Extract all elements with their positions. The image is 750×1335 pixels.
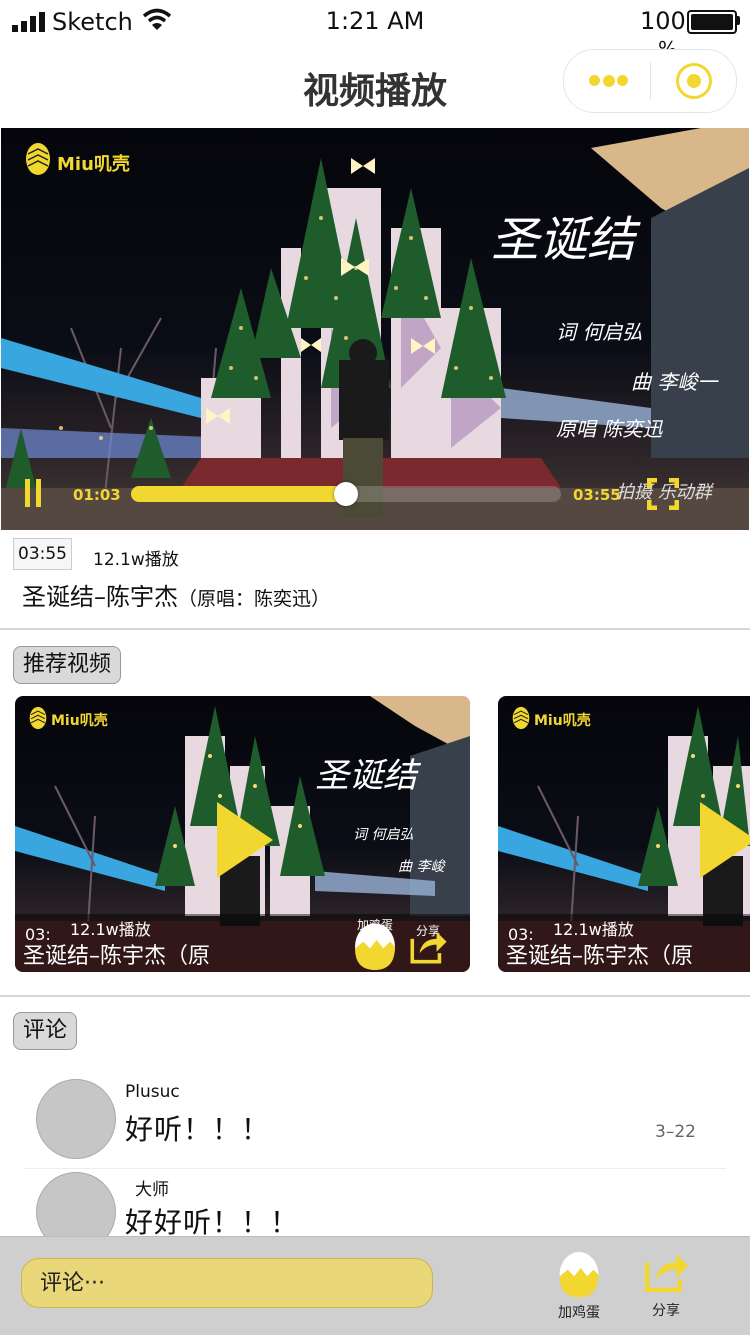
share-label: 分享 bbox=[652, 1303, 680, 1319]
share-icon bbox=[410, 931, 447, 964]
pause-icon[interactable] bbox=[25, 479, 41, 507]
progress-fill bbox=[131, 486, 346, 502]
egg-icon bbox=[355, 923, 395, 970]
battery-level: 100 bbox=[640, 7, 686, 35]
card-overlay-title: 圣诞结 bbox=[315, 756, 417, 796]
comment-text: 好听！！！ bbox=[125, 1113, 271, 1146]
card-play-count: 12.1w播放 bbox=[70, 920, 151, 939]
total-time: 03:55 bbox=[573, 486, 621, 504]
fullscreen-icon[interactable] bbox=[647, 478, 679, 510]
comment-user[interactable]: 大师 bbox=[135, 1175, 169, 1200]
card-title: 圣诞结–陈宇杰（原 bbox=[23, 944, 211, 969]
egg-icon bbox=[559, 1252, 599, 1298]
mini-program-capsule bbox=[563, 49, 737, 113]
comment-text: 好好听！！！ bbox=[125, 1206, 300, 1239]
comments-tag: 评论 bbox=[13, 1012, 78, 1050]
status-bar: Sketch 1:21 AM 100 % bbox=[0, 0, 750, 61]
video-duration-badge: 03:55 bbox=[13, 538, 72, 570]
comment-date: 3–22 bbox=[655, 1122, 696, 1142]
section-divider bbox=[0, 995, 750, 997]
overlay-credit-original: 原唱 陈奕迅 bbox=[556, 417, 663, 441]
comment-divider bbox=[24, 1168, 726, 1169]
video-title-original: （原唱：陈奕迅） bbox=[178, 588, 331, 610]
clock: 1:21 AM bbox=[325, 7, 425, 35]
play-icon[interactable] bbox=[217, 802, 273, 878]
overlay-song-title: 圣诞结 bbox=[491, 212, 636, 268]
recommended-card[interactable]: Miu叽壳 圣诞结 词 何启弘 曲 李峻 03: 12.1w播放 圣诞结–陈宇杰… bbox=[15, 696, 470, 972]
recommended-tag: 推荐视频 bbox=[13, 646, 122, 684]
video-play-count: 12.1w播放 bbox=[93, 550, 179, 570]
section-divider bbox=[0, 628, 750, 630]
card-play-count: 12.1w播放 bbox=[553, 920, 634, 939]
card-add-egg-button[interactable]: 加鸡蛋 bbox=[352, 918, 398, 970]
video-title-main: 圣诞结–陈宇杰 bbox=[22, 583, 178, 611]
video-title: 圣诞结–陈宇杰（原唱：陈奕迅） bbox=[22, 577, 330, 612]
battery-icon bbox=[687, 10, 737, 34]
video-player[interactable]: Miu叽壳 圣诞结 词 何启弘 曲 李峻一 原唱 陈奕迅 拍摄 乐动群 01:0… bbox=[1, 128, 749, 530]
card-share-button[interactable]: 分享 bbox=[408, 922, 448, 970]
play-icon[interactable] bbox=[700, 802, 750, 878]
share-icon bbox=[645, 1253, 689, 1292]
overlay-credit-lyrics: 词 何启弘 bbox=[556, 320, 643, 344]
card-brand-text: Miu叽壳 bbox=[534, 713, 591, 729]
comment-input[interactable]: 评论··· bbox=[21, 1258, 433, 1308]
avatar[interactable] bbox=[36, 1079, 116, 1159]
brand-logo-icon bbox=[29, 706, 47, 730]
egg-label: 加鸡蛋 bbox=[558, 1305, 600, 1321]
more-icon[interactable] bbox=[589, 75, 629, 87]
brand-logo-icon bbox=[26, 143, 50, 175]
brand-logo-icon bbox=[512, 706, 530, 730]
battery-tip bbox=[737, 16, 740, 25]
card-brand-text: Miu叽壳 bbox=[51, 713, 108, 729]
card-credit-music: 曲 李峻 bbox=[398, 859, 445, 875]
brand-logo-text: Miu叽壳 bbox=[57, 154, 130, 175]
capsule-divider bbox=[650, 62, 651, 100]
comment-user[interactable]: Plusuc bbox=[125, 1082, 180, 1102]
current-time: 01:03 bbox=[73, 486, 121, 504]
add-egg-button[interactable]: 加鸡蛋 bbox=[548, 1248, 610, 1328]
recommended-card[interactable]: Miu叽壳 03: 12.1w播放 圣诞结–陈宇杰（原 bbox=[498, 696, 750, 972]
share-button[interactable]: 分享 bbox=[640, 1248, 692, 1328]
progress-knob[interactable] bbox=[334, 482, 358, 506]
card-credit-lyrics: 词 何启弘 bbox=[353, 827, 414, 843]
close-target-icon[interactable] bbox=[676, 63, 712, 99]
overlay-credit-music: 曲 李峻一 bbox=[631, 370, 718, 394]
card-title: 圣诞结–陈宇杰（原 bbox=[506, 944, 694, 969]
